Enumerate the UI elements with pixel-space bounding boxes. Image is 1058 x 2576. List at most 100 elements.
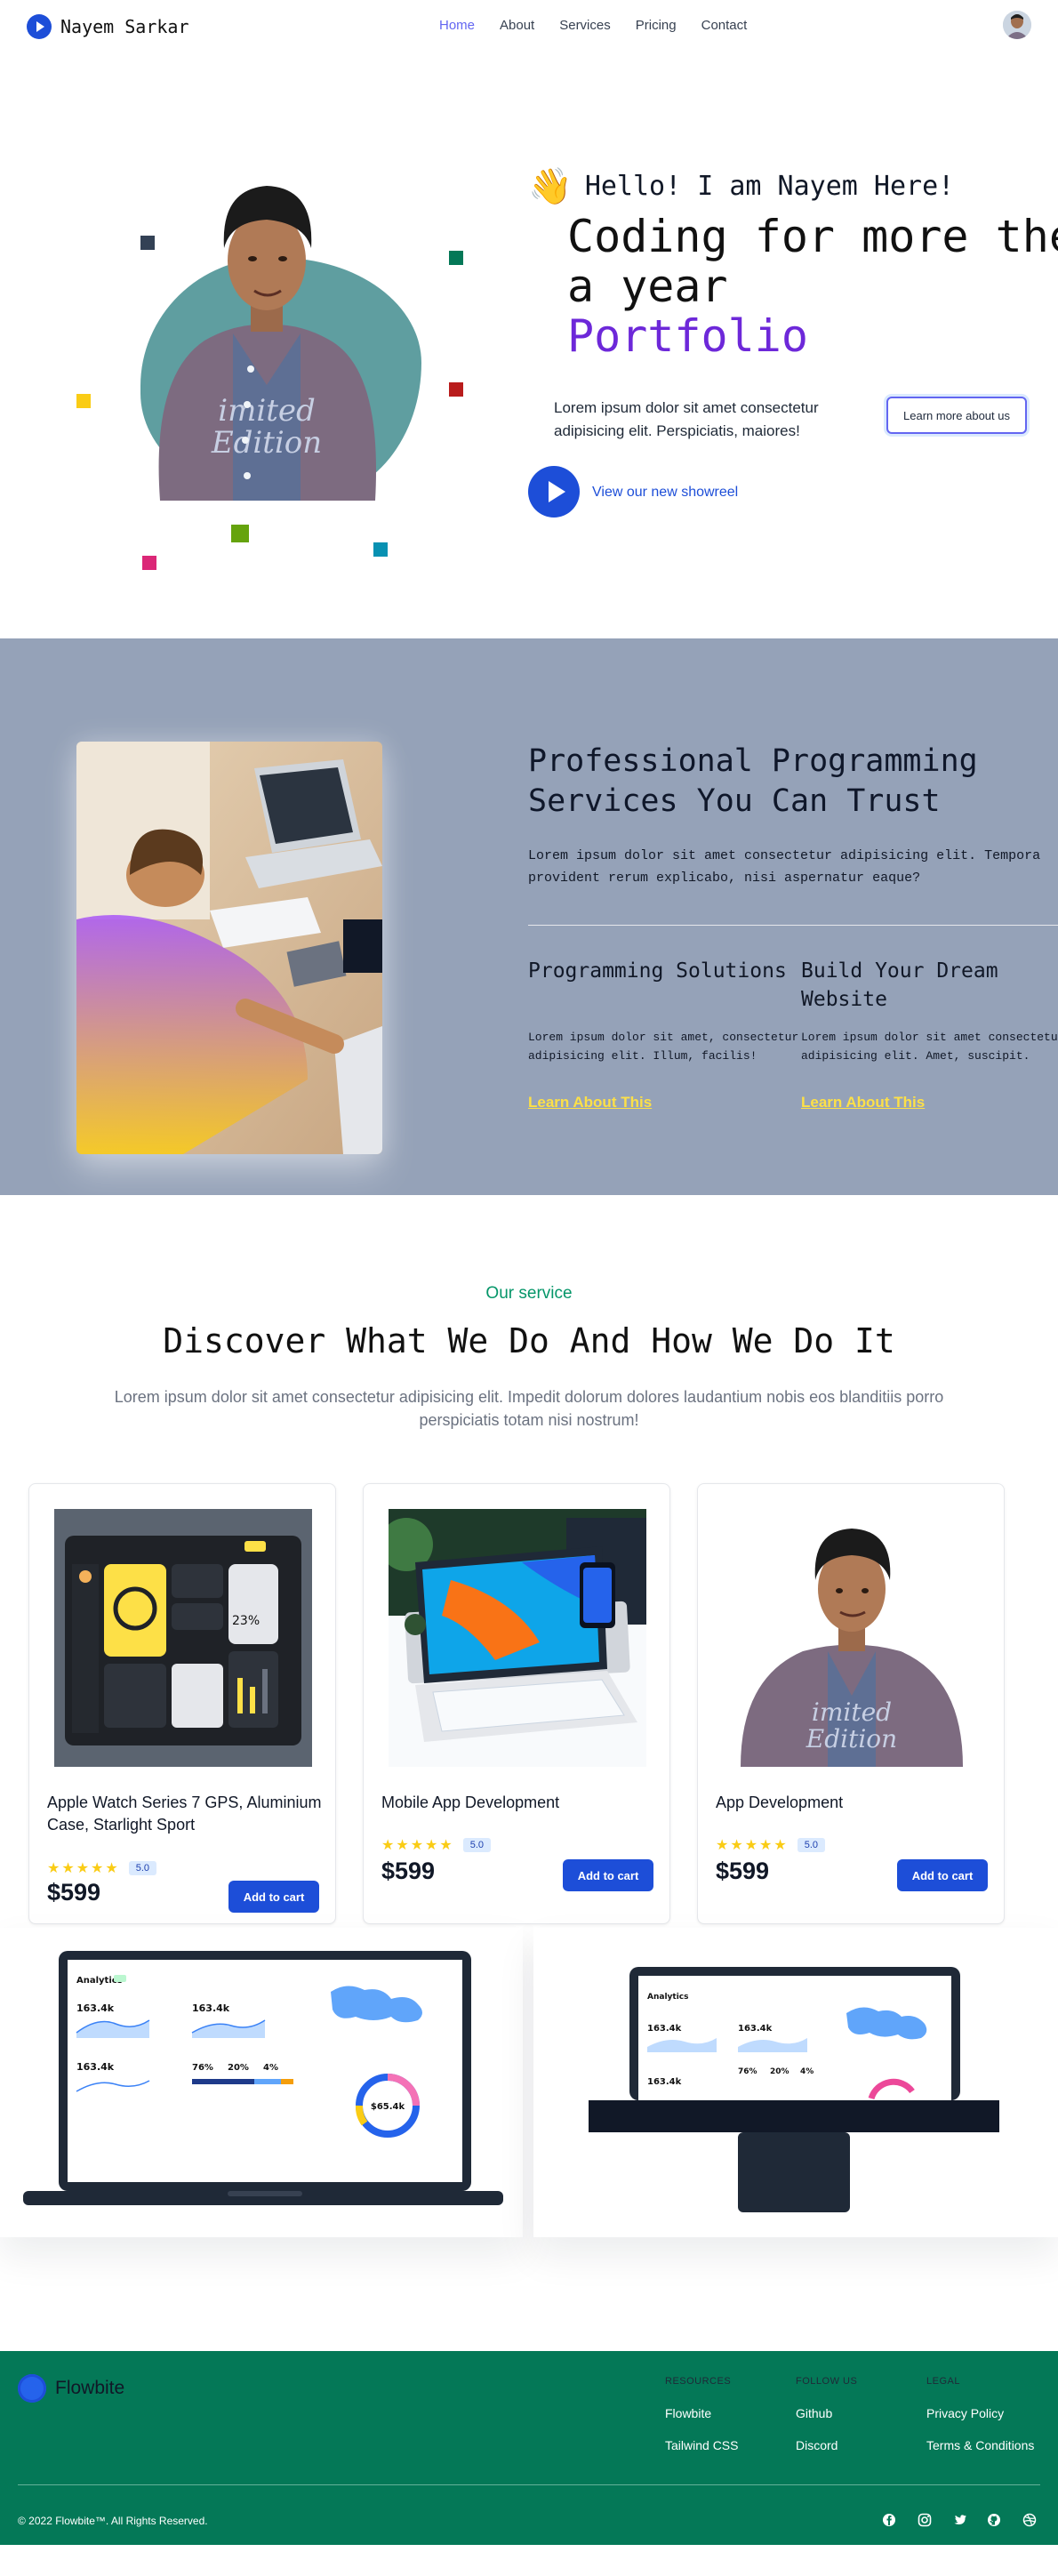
nav-link-pricing[interactable]: Pricing	[636, 18, 677, 33]
avatar-image	[1003, 11, 1031, 39]
instagram-icon[interactable]	[916, 2511, 934, 2529]
feature-text-line-1: Lorem ipsum dolor sit amet, consectetur	[528, 1031, 799, 1044]
star-icon: ★	[91, 1859, 104, 1876]
pro-title: Professional Programming Services You Ca…	[528, 743, 978, 819]
product-title[interactable]: Mobile App Development	[381, 1792, 657, 1814]
developer-photo	[76, 742, 382, 1154]
feature-programming: Programming Solutions Lorem ipsum dolor …	[528, 957, 798, 1111]
facebook-icon[interactable]	[880, 2511, 898, 2529]
brand[interactable]: Nayem Sarkar	[27, 14, 189, 39]
hero-section: imited Edition 👋 Hello! I am Nayem Here!…	[0, 52, 1058, 638]
footer-link-github[interactable]: Github	[796, 2406, 832, 2420]
ipad-thumbnail	[389, 1509, 646, 1767]
navbar: Nayem Sarkar Home About Services Pricing…	[0, 0, 1058, 52]
headline-accent: Portfolio	[567, 310, 808, 362]
rating-badge: 5.0	[128, 1860, 157, 1875]
product-title[interactable]: Apple Watch Series 7 GPS, Aluminium Case…	[47, 1792, 323, 1836]
nav-link-home[interactable]: Home	[439, 18, 475, 33]
footer-heading-legal: LEGAL	[926, 2376, 960, 2387]
star-icon: ★	[730, 1836, 743, 1853]
rating-stars: ★ ★ ★ ★ ★ 5.0	[47, 1859, 157, 1876]
star-icon: ★	[744, 1836, 758, 1853]
decor-square	[142, 556, 156, 570]
stat-value: 163.4k	[192, 2002, 230, 2014]
star-icon: ★	[439, 1836, 453, 1853]
star-icon: ★	[410, 1836, 424, 1853]
svg-text:23%: 23%	[232, 1614, 260, 1628]
feature-link[interactable]: Learn About This	[801, 1094, 925, 1111]
device-mockups-section: Analytics 163.4k 163.4k 163.4k 76% 20% 4…	[0, 1928, 1058, 2351]
svg-text:imited: imited	[812, 1697, 892, 1727]
nav-link-about[interactable]: About	[500, 18, 534, 33]
product-title[interactable]: App Development	[716, 1792, 991, 1814]
star-icon: ★	[47, 1859, 60, 1876]
nav-menu: Home About Services Pricing Contact	[439, 18, 772, 33]
feature-title: Programming Solutions	[528, 959, 787, 983]
twitter-icon[interactable]	[951, 2511, 969, 2529]
donut-value: $65.4k	[371, 2102, 405, 2112]
product-price: $599	[716, 1858, 770, 1884]
services-eyebrow: Our service	[485, 1284, 573, 1303]
dribbble-icon[interactable]	[1021, 2511, 1038, 2529]
showreel-link[interactable]: View our new showreel	[592, 485, 738, 501]
flowbite-logo-icon	[18, 2374, 46, 2403]
avatar[interactable]	[1003, 11, 1031, 39]
svg-text:Edition: Edition	[806, 1724, 897, 1753]
percent-value: 4%	[263, 2063, 278, 2073]
desktop-panel: Analytics 163.4k 163.4k 163.4k 76% 20% 4…	[533, 1928, 1058, 2237]
percent-value: 76%	[192, 2063, 213, 2073]
nav-link-services[interactable]: Services	[559, 18, 611, 33]
copyright: © 2022 Flowbite™. All Rights Reserved.	[18, 2515, 208, 2527]
footer-link-tailwind[interactable]: Tailwind CSS	[665, 2438, 738, 2452]
footer-heading-follow: FOLLOW US	[796, 2376, 858, 2387]
decor-square	[231, 525, 249, 542]
decor-square	[449, 382, 463, 397]
svg-text:Edition: Edition	[211, 425, 322, 461]
learn-more-button[interactable]: Learn more about us	[886, 397, 1027, 434]
product-image	[389, 1509, 646, 1767]
percent-value: 20%	[228, 2063, 249, 2073]
divider	[528, 925, 1058, 926]
footer-link-privacy[interactable]: Privacy Policy	[926, 2406, 1004, 2420]
product-price: $599	[381, 1858, 436, 1884]
footer-brand-name: Flowbite	[55, 2378, 125, 2398]
hero-greeting: 👋 Hello! I am Nayem Here!	[528, 165, 954, 207]
services-section: Our service Discover What We Do And How …	[0, 1195, 1058, 1928]
footer-brand[interactable]: Flowbite	[18, 2374, 124, 2403]
developer-illustration	[76, 742, 382, 1154]
percent-value: 76%	[738, 2067, 757, 2076]
play-button[interactable]	[528, 466, 580, 518]
feature-title: Build Your Dream Website	[801, 959, 998, 1011]
nav-link-contact[interactable]: Contact	[701, 18, 748, 33]
hero-intro: Lorem ipsum dolor sit amet consectetur a…	[554, 399, 819, 439]
laptop-panel: Analytics 163.4k 163.4k 163.4k 76% 20% 4…	[0, 1928, 523, 2237]
percent-value: 4%	[800, 2067, 814, 2076]
headline-line-1: Coding for more then	[567, 211, 1058, 262]
footer-link-flowbite[interactable]: Flowbite	[665, 2406, 711, 2420]
star-icon: ★	[425, 1836, 438, 1853]
services-description: Lorem ipsum dolor sit amet consectetur a…	[114, 1388, 944, 1429]
add-to-cart-button[interactable]: Add to cart	[563, 1859, 653, 1891]
play-logo-icon	[27, 14, 52, 39]
brand-name: Nayem Sarkar	[60, 16, 189, 37]
github-icon[interactable]	[985, 2511, 1003, 2529]
feature-text-line-1: Lorem ipsum dolor sit amet consectetur	[801, 1031, 1058, 1044]
footer-link-discord[interactable]: Discord	[796, 2438, 838, 2452]
add-to-cart-button[interactable]: Add to cart	[228, 1881, 319, 1913]
star-icon: ★	[76, 1859, 90, 1876]
feature-text-line-2: adipisicing elit. Illum, facilis!	[528, 1049, 757, 1063]
decor-square	[373, 542, 388, 557]
pro-lead-line-1: Lorem ipsum dolor sit amet consectetur a…	[528, 848, 1041, 863]
decor-square	[140, 236, 155, 250]
hero-headline: Coding for more then a year Portfolio	[567, 212, 1058, 361]
decor-square	[76, 394, 91, 408]
feature-link[interactable]: Learn About This	[528, 1094, 652, 1111]
footer-link-terms[interactable]: Terms & Conditions	[926, 2438, 1034, 2452]
stat-value: 163.4k	[647, 2077, 682, 2087]
hero-portrait: imited Edition	[158, 186, 377, 501]
add-to-cart-button[interactable]: Add to cart	[897, 1859, 988, 1891]
feature-text: Lorem ipsum dolor sit amet, consectetur …	[528, 1028, 798, 1065]
rating-badge: 5.0	[462, 1837, 492, 1852]
rating-badge: 5.0	[797, 1837, 826, 1852]
svg-text:imited: imited	[218, 393, 316, 429]
